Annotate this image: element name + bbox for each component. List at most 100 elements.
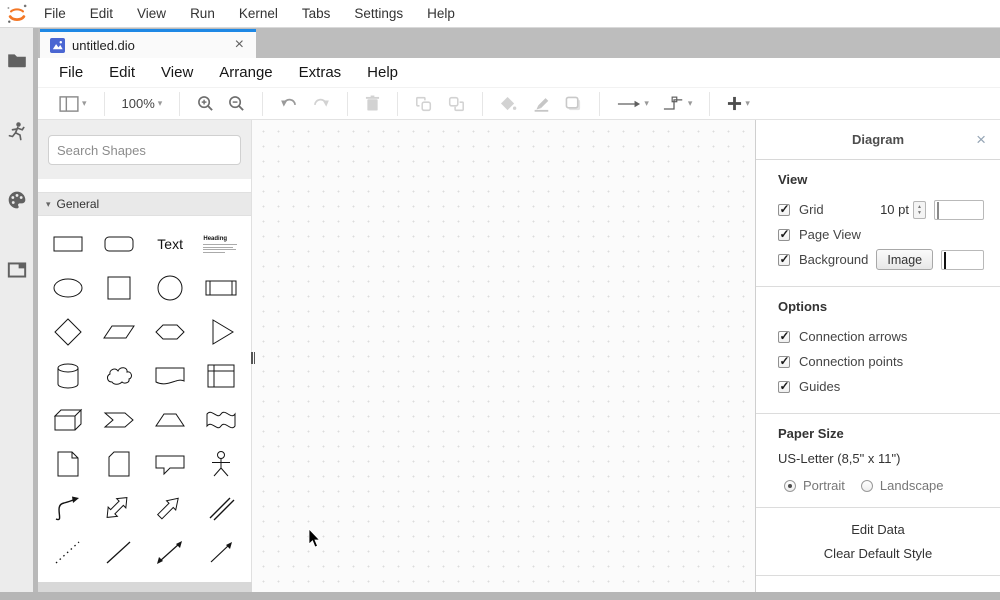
shape-triangle[interactable] [196,310,247,354]
background-image-button[interactable]: Image [876,249,933,270]
shape-hexagon[interactable] [145,310,196,354]
shape-note[interactable] [42,442,93,486]
shape-diamond[interactable] [42,310,93,354]
portrait-radio[interactable] [784,480,796,492]
line-color-button[interactable] [526,94,556,114]
page-view-checkbox[interactable] [778,229,790,241]
shape-trapezoid[interactable] [145,398,196,442]
jl-menu-settings[interactable]: Settings [342,0,415,27]
to-back-button[interactable] [442,93,470,115]
shape-parallelogram[interactable] [93,310,144,354]
jl-menu-tabs[interactable]: Tabs [290,0,343,27]
file-browser-icon[interactable] [0,40,33,80]
shadow-button[interactable] [560,94,587,114]
shape-arrow[interactable] [145,486,196,530]
jl-menu-run[interactable]: Run [178,0,227,27]
guides-checkbox[interactable] [778,381,790,393]
insert-button[interactable]: ▾ [722,94,755,113]
view-section: View Grid 10 pt ▲▼ Page View Background … [756,160,1000,287]
background-label: Background [799,252,868,267]
edit-data-button[interactable]: Edit Data [756,522,1000,537]
shape-dashed-line[interactable] [42,530,93,574]
zoom-level-button[interactable]: 100% ▾ [117,94,168,113]
landscape-radio[interactable] [861,480,873,492]
shape-cube[interactable] [42,398,93,442]
dio-menu-help[interactable]: Help [354,58,411,87]
toolbar-separator [397,92,398,116]
shape-cylinder[interactable] [42,354,93,398]
shape-document[interactable] [145,354,196,398]
shape-directional-connector[interactable] [196,530,247,574]
panel-close-icon[interactable]: × [976,130,986,150]
shape-internal-storage[interactable] [196,354,247,398]
shape-bidirectional-arrow[interactable] [93,486,144,530]
command-palette-icon[interactable] [0,180,33,220]
dio-menu-edit[interactable]: Edit [96,58,148,87]
shape-curve[interactable] [42,486,93,530]
shape-circle[interactable] [145,266,196,310]
search-shapes-input[interactable] [57,143,233,158]
redo-button[interactable] [307,95,335,113]
running-sessions-icon[interactable] [0,112,33,152]
section-general[interactable]: ▾ General [38,192,251,216]
paper-size-value[interactable]: US-Letter (8,5" x 11") [778,451,990,466]
shape-line[interactable] [93,530,144,574]
to-front-button[interactable] [410,93,438,115]
grid-checkbox[interactable] [778,204,790,216]
shape-cloud[interactable] [93,354,144,398]
waypoint-icon [663,96,685,112]
shapes-sidebar: ▾ General Text Heading [38,120,252,582]
background-color-swatch[interactable] [941,250,984,270]
open-tabs-icon[interactable] [0,250,33,290]
dio-menu-file[interactable]: File [46,58,96,87]
dio-menu-arrange[interactable]: Arrange [206,58,285,87]
trash-icon [365,95,380,112]
shape-card[interactable] [93,442,144,486]
jl-menu-edit[interactable]: Edit [78,0,125,27]
dio-menu-extras[interactable]: Extras [286,58,355,87]
grid-size-stepper[interactable]: ▲▼ [913,201,926,219]
undo-button[interactable] [275,95,303,113]
jl-menu-kernel[interactable]: Kernel [227,0,290,27]
sidebar-scrollbar[interactable] [38,582,252,592]
chevron-down-icon: ▾ [82,98,87,109]
search-box[interactable] [48,135,241,165]
page-view-button[interactable]: ▾ [54,94,92,114]
grid-color-swatch[interactable] [934,200,984,220]
shape-bidirectional-connector[interactable] [145,530,196,574]
toolbar-separator [709,92,710,116]
jl-menu-help[interactable]: Help [415,0,467,27]
shape-ellipse[interactable] [42,266,93,310]
dio-menu-view[interactable]: View [148,58,206,87]
waypoint-style-button[interactable]: ▾ [658,94,698,114]
shape-rectangle[interactable] [42,222,93,266]
background-checkbox[interactable] [778,254,790,266]
shape-text[interactable]: Text [145,222,196,266]
shape-step[interactable] [93,398,144,442]
tab-close-icon[interactable]: × [231,36,248,54]
chevron-down-icon: ▾ [745,98,750,109]
grid-size-value: 10 pt [880,202,909,217]
fill-color-button[interactable] [495,94,522,114]
shape-process[interactable] [196,266,247,310]
shape-square[interactable] [93,266,144,310]
shape-rounded-rectangle[interactable] [93,222,144,266]
connection-style-button[interactable]: ▾ [612,96,654,111]
jl-menu-view[interactable]: View [125,0,178,27]
sidebar-collapse-handle[interactable] [249,349,257,367]
zoom-in-button[interactable] [192,93,219,114]
shape-actor[interactable] [196,442,247,486]
zoom-out-button[interactable] [223,93,250,114]
tab-untitled-dio[interactable]: untitled.dio × [40,29,256,58]
shape-textbox[interactable]: Heading [196,222,247,266]
delete-button[interactable] [360,93,385,114]
diagram-canvas[interactable] [252,120,755,592]
connection-arrows-checkbox[interactable] [778,331,790,343]
triangle-down-icon: ▾ [46,199,51,210]
shape-tape[interactable] [196,398,247,442]
clear-default-style-button[interactable]: Clear Default Style [756,546,1000,561]
shape-link[interactable] [196,486,247,530]
connection-points-checkbox[interactable] [778,356,790,368]
shape-callout[interactable] [145,442,196,486]
jl-menu-file[interactable]: File [32,0,78,27]
